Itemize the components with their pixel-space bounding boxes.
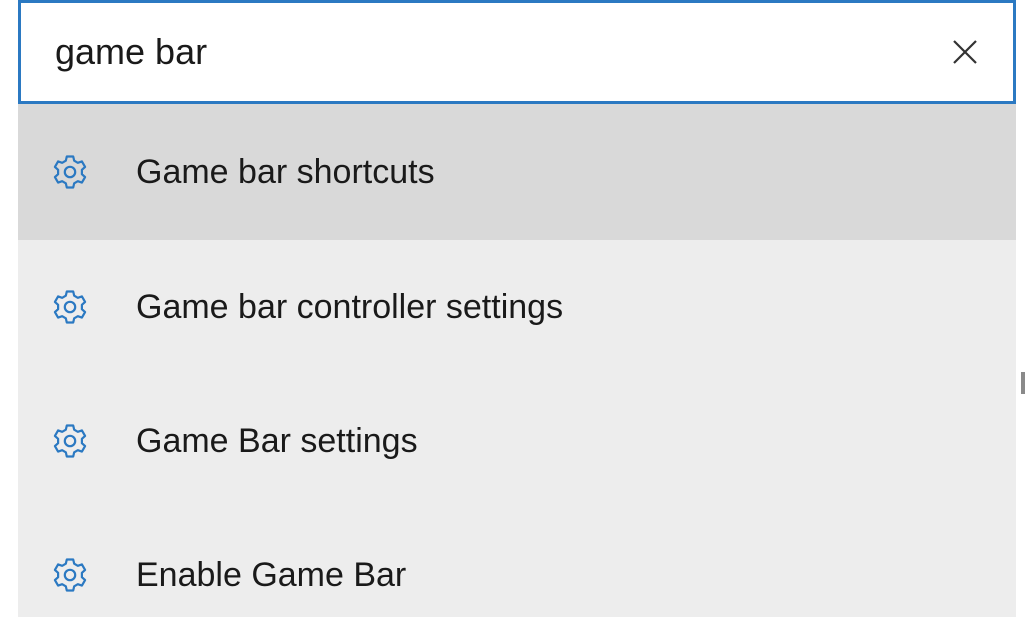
gear-icon xyxy=(50,421,90,461)
result-game-bar-settings[interactable]: Game Bar settings xyxy=(18,374,1016,508)
scrollbar-edge xyxy=(1021,372,1025,394)
result-game-bar-shortcuts[interactable]: Game bar shortcuts xyxy=(18,104,1016,240)
gear-icon xyxy=(50,287,90,327)
close-icon xyxy=(953,40,977,64)
result-label: Game Bar settings xyxy=(136,421,418,460)
result-label: Enable Game Bar xyxy=(136,555,407,594)
search-input[interactable] xyxy=(21,3,935,101)
clear-search-button[interactable] xyxy=(935,22,995,82)
gear-icon xyxy=(50,152,90,192)
search-results-list: Game bar shortcuts Game bar controller s… xyxy=(18,104,1016,642)
result-enable-game-bar[interactable]: Enable Game Bar xyxy=(18,508,1016,642)
gear-icon xyxy=(50,555,90,595)
result-label: Game bar shortcuts xyxy=(136,152,435,191)
result-label: Game bar controller settings xyxy=(136,287,564,326)
search-box[interactable] xyxy=(18,0,1016,104)
result-game-bar-controller-settings[interactable]: Game bar controller settings xyxy=(18,240,1016,374)
